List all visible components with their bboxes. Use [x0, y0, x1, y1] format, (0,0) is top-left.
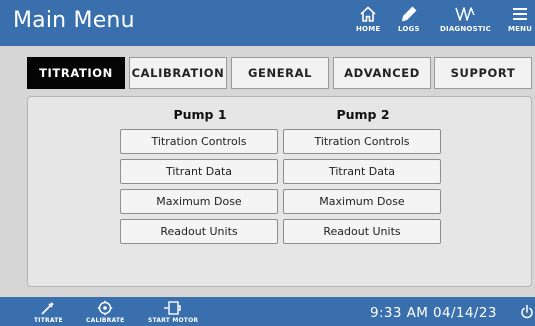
tab-calibration[interactable]: CALIBRATION: [129, 57, 227, 89]
nav-diagnostic-label: DIAGNOSTIC: [440, 25, 491, 33]
diagnostic-wave-icon: [455, 7, 476, 21]
pump-2-readout-units-button[interactable]: Readout Units: [283, 219, 441, 244]
pump-2-title: Pump 2: [336, 107, 390, 122]
nav-logs-label: LOGS: [398, 25, 420, 33]
pipette-icon: [41, 302, 55, 315]
start-motor-label: START MOTOR: [148, 317, 199, 324]
calibrate-button[interactable]: CALIBRATE: [86, 300, 124, 324]
pump-1-titrant-data-button[interactable]: Titrant Data: [120, 159, 278, 184]
tab-support[interactable]: SUPPORT: [434, 57, 532, 89]
calibrate-target-icon: [98, 300, 113, 316]
clock-date: 04/14/23: [433, 305, 497, 321]
pump-1-maximum-dose-button[interactable]: Maximum Dose: [120, 189, 278, 214]
titration-panel: [27, 96, 532, 287]
pump-1-titration-controls-button[interactable]: Titration Controls: [120, 129, 278, 154]
nav-home-label: HOME: [356, 25, 381, 33]
calibrate-label: CALIBRATE: [86, 317, 125, 324]
hamburger-menu-icon: [513, 8, 528, 20]
pump-2-titration-controls-button[interactable]: Titration Controls: [283, 129, 441, 154]
nav-menu-button[interactable]: MENU: [508, 5, 532, 43]
nav-diagnostic-button[interactable]: DIAGNOSTIC: [440, 5, 491, 43]
clock-time: 9:33 AM: [370, 305, 429, 321]
power-icon: [521, 304, 533, 319]
clock-readout: 9:33 AM 04/14/23: [370, 305, 497, 321]
header-bar: Main Menu HOME LOGS DIAGNOSTIC MENU: [0, 0, 535, 46]
home-icon: [360, 6, 376, 22]
page-title: Main Menu: [13, 8, 135, 33]
pump-2-maximum-dose-button[interactable]: Maximum Dose: [283, 189, 441, 214]
start-motor-button[interactable]: START MOTOR: [148, 300, 198, 324]
nav-menu-label: MENU: [508, 25, 533, 33]
tab-titration[interactable]: TITRATION: [27, 57, 125, 89]
power-button[interactable]: [520, 304, 534, 324]
tab-general[interactable]: GENERAL: [231, 57, 329, 89]
pump-1-readout-units-button[interactable]: Readout Units: [120, 219, 278, 244]
nav-home-button[interactable]: HOME: [356, 5, 380, 43]
pen-icon: [401, 6, 417, 22]
motor-icon: [164, 301, 181, 315]
pump-2-titrant-data-button[interactable]: Titrant Data: [283, 159, 441, 184]
tab-advanced[interactable]: ADVANCED: [333, 57, 431, 89]
pump-1-title: Pump 1: [173, 107, 227, 122]
titrate-button[interactable]: TITRATE: [34, 300, 63, 324]
nav-logs-button[interactable]: LOGS: [398, 5, 420, 43]
titrate-label: TITRATE: [34, 317, 63, 324]
